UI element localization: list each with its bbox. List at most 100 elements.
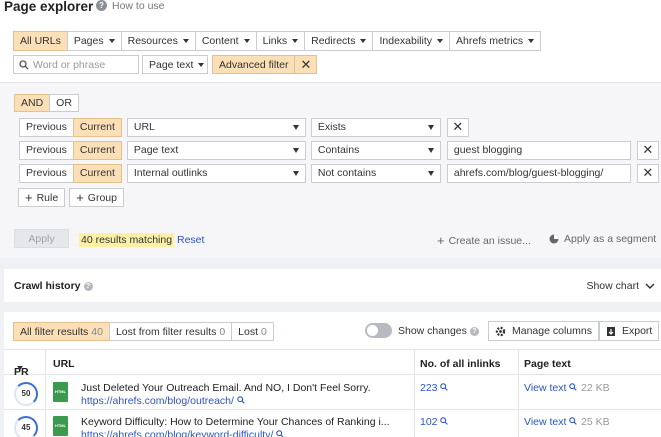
filter-indexability[interactable]: Indexability <box>372 31 451 51</box>
operator-select[interactable]: Not contains <box>310 163 441 183</box>
page-size: 25 KB <box>581 416 610 428</box>
chevron-down-icon <box>108 39 115 43</box>
chevron-down-icon <box>528 39 535 43</box>
previous-current-toggle: Previous Current <box>19 117 122 137</box>
tab-lost[interactable]: Lost 0 <box>231 322 274 341</box>
close-icon[interactable]: ✕ <box>294 56 316 73</box>
close-icon: ✕ <box>452 119 464 134</box>
filter-pages[interactable]: Pages <box>66 31 122 51</box>
show-changes-toggle[interactable] <box>365 323 392 338</box>
page-url-link[interactable]: https://ahrefs.com/blog/outreach/ <box>81 395 245 407</box>
help-icon[interactable]: ? <box>96 0 107 11</box>
filter-rule-row: Previous Current URL Exists ✕ <box>19 117 469 137</box>
add-rule-button[interactable]: + Rule <box>18 188 66 207</box>
filter-content[interactable]: Content <box>194 31 257 51</box>
search-icon <box>569 383 578 391</box>
search-input[interactable]: Word or phrase <box>13 55 139 74</box>
plus-icon: + <box>437 233 445 248</box>
current-button[interactable]: Current <box>72 140 122 160</box>
previous-button[interactable]: Previous <box>19 163 74 183</box>
table-header: PR URL No. of all inlinks Page text <box>4 349 661 378</box>
help-icon[interactable]: ? <box>469 327 479 336</box>
html-file-icon: HTML <box>53 416 68 436</box>
results-tabs: All filter results 40 Lost from filter re… <box>13 322 274 341</box>
filter-ahrefs-metrics[interactable]: Ahrefs metrics <box>449 31 542 51</box>
html-file-icon: HTML <box>53 382 68 402</box>
table-row: 50 HTML Just Deleted Your Outreach Email… <box>4 376 661 410</box>
previous-button[interactable]: Previous <box>19 140 74 160</box>
how-to-use-link[interactable]: How to use <box>112 0 165 12</box>
reset-link[interactable]: Reset <box>177 234 204 246</box>
value-input[interactable]: guest blogging <box>446 140 631 160</box>
filter-all-urls[interactable]: All URLs <box>13 31 68 51</box>
inlinks-link[interactable]: 223 <box>420 382 449 394</box>
field-select[interactable]: URL <box>126 117 306 137</box>
show-changes-label: Show changes? <box>398 325 479 337</box>
export-button[interactable]: Export <box>599 321 660 341</box>
or-button[interactable]: OR <box>49 94 79 112</box>
plus-icon: + <box>25 190 33 205</box>
chevron-down-icon <box>182 39 189 43</box>
tab-lost-from-filter[interactable]: Lost from filter results 0 <box>108 322 233 341</box>
advanced-filter-panel: AND OR Previous Current URL Exists ✕ Pre… <box>0 82 661 258</box>
column-inlinks[interactable]: No. of all inlinks <box>420 358 501 370</box>
plus-icon: + <box>76 190 84 205</box>
view-text-link[interactable]: View text <box>524 416 578 428</box>
view-text-link[interactable]: View text <box>524 382 578 394</box>
manage-columns-button[interactable]: Manage columns <box>488 321 599 341</box>
pr-gauge: 45 <box>14 416 38 437</box>
search-icon <box>569 417 578 425</box>
table-row: 45 HTML Keyword Difficulty: How to Deter… <box>4 410 661 437</box>
search-icon <box>276 430 285 437</box>
inlinks-link[interactable]: 102 <box>420 416 449 428</box>
chevron-down-icon <box>427 170 434 176</box>
remove-rule-button[interactable]: ✕ <box>636 140 659 160</box>
operator-select[interactable]: Contains <box>310 140 441 160</box>
chevron-down-icon <box>427 124 434 130</box>
and-button[interactable]: AND <box>14 94 51 112</box>
search-row: Word or phrase Page text Advanced filter… <box>13 55 318 74</box>
filter-resources[interactable]: Resources <box>120 31 196 51</box>
help-icon[interactable]: ? <box>83 282 93 291</box>
crawl-history-label: Crawl history? <box>14 280 93 292</box>
apply-segment-button[interactable]: Apply as a segment <box>549 233 656 245</box>
previous-button[interactable]: Previous <box>19 117 74 137</box>
field-select[interactable]: Internal outlinks <box>126 163 306 183</box>
page-url-link[interactable]: https://ahrefs.com/blog/keyword-difficul… <box>81 429 285 437</box>
pie-chart-icon <box>549 234 559 244</box>
filter-redirects[interactable]: Redirects <box>304 31 374 51</box>
remove-rule-button[interactable]: ✕ <box>446 117 469 137</box>
value-input[interactable]: ahrefs.com/blog/guest-blogging/ <box>446 163 631 183</box>
search-placeholder: Word or phrase <box>33 58 106 71</box>
field-select[interactable]: Page text <box>126 140 306 160</box>
gear-icon <box>495 326 506 336</box>
add-group-button[interactable]: + Group <box>69 188 124 207</box>
search-scope-dropdown[interactable]: Page text <box>142 55 208 74</box>
current-button[interactable]: Current <box>72 117 122 137</box>
show-chart-toggle[interactable]: Show chart <box>586 280 655 292</box>
column-page-text[interactable]: Page text <box>524 358 571 370</box>
page-title-cell: Keyword Difficulty: How to Determine You… <box>81 416 390 428</box>
search-icon <box>440 383 449 391</box>
search-icon <box>237 396 245 404</box>
filter-rule-row: Previous Current Internal outlinks Not c… <box>19 163 659 183</box>
operator-select[interactable]: Exists <box>310 117 441 137</box>
create-issue-button[interactable]: + Create an issue... <box>437 233 531 248</box>
tab-all-filter-results[interactable]: All filter results 40 <box>13 322 110 341</box>
page-size: 22 KB <box>581 382 610 394</box>
filter-links[interactable]: Links <box>255 31 306 51</box>
advanced-filter-button[interactable]: Advanced filter ✕ <box>212 55 318 74</box>
chevron-down-icon <box>243 39 250 43</box>
rule-group-buttons: + Rule + Group <box>18 188 128 207</box>
close-icon: ✕ <box>642 142 654 157</box>
column-url[interactable]: URL <box>53 358 75 370</box>
header-area: Page explorer ? How to use All URLs Page… <box>0 0 661 82</box>
chevron-down-icon <box>292 39 299 43</box>
chevron-down-icon <box>292 170 299 176</box>
results-panel: All filter results 40 Lost from filter re… <box>4 312 661 437</box>
current-button[interactable]: Current <box>72 163 122 183</box>
filter-bar: All URLs Pages Resources Content Links R… <box>13 31 542 51</box>
apply-button[interactable]: Apply <box>14 229 69 248</box>
remove-rule-button[interactable]: ✕ <box>636 163 659 183</box>
chevron-down-icon <box>427 147 434 153</box>
